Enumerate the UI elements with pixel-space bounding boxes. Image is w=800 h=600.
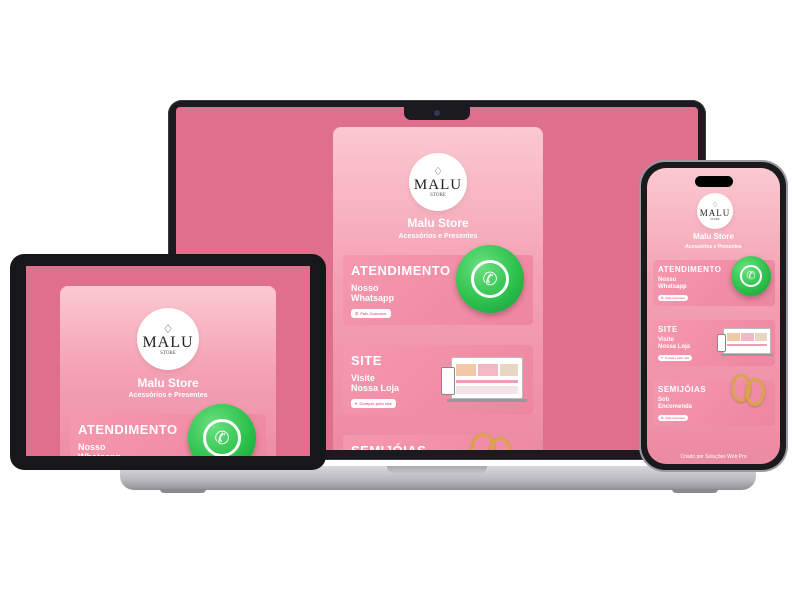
devices-icon bbox=[441, 357, 527, 409]
link-card-semijoias[interactable]: SEMIJÓIAS bbox=[343, 433, 533, 450]
phone-icon: ✆ bbox=[355, 311, 359, 316]
contact-button[interactable]: ✆ Fale Conosco bbox=[658, 295, 689, 301]
button-label: Fale Conosco bbox=[665, 416, 686, 420]
store-subtitle: Acessórios e Presentes bbox=[398, 233, 478, 240]
phone-illustration bbox=[441, 367, 455, 395]
link-text-line1: Sob bbox=[658, 397, 670, 403]
linktree-card: ♢ MALU STORE Malu Store Acessórios e Pre… bbox=[60, 286, 276, 456]
phone-icon: ✆ bbox=[661, 296, 664, 300]
footer-credit: Criado por Soluções Web Pro bbox=[680, 454, 747, 460]
whatsapp-icon: ✆ bbox=[731, 256, 771, 296]
link-text-line1: Nosso bbox=[351, 283, 379, 293]
logo-brand-text: MALU bbox=[413, 176, 463, 193]
link-text-line2: Nossa Loja bbox=[351, 383, 400, 394]
link-text-line2: Whatsapp bbox=[78, 452, 121, 456]
logo-sub-text: STORE bbox=[430, 192, 446, 198]
phone-icon: ✆ bbox=[746, 269, 756, 282]
logo-brand-text: MALU bbox=[142, 333, 194, 351]
link-card-atendimento[interactable]: ATENDIMENTO Nosso Whatsapp ✆ Fale Conosco… bbox=[343, 245, 533, 325]
phone-icon: ✆ bbox=[661, 416, 664, 420]
link-text-line2: Encomenda bbox=[658, 403, 693, 410]
link-text-line2: Whatsapp bbox=[658, 283, 687, 290]
link-card-atendimento[interactable]: ATENDIMENTO Nosso Whatsapp ✆ bbox=[70, 404, 266, 456]
store-logo: ♢ MALU STORE bbox=[409, 153, 467, 211]
link-text-line2: Whatsapp bbox=[351, 293, 395, 304]
link-title: SITE bbox=[351, 353, 382, 368]
link-title: SITE bbox=[658, 325, 678, 334]
link-text: Nosso Whatsapp bbox=[78, 442, 121, 456]
link-text: Sob Encomenda bbox=[658, 397, 692, 411]
camera-notch bbox=[404, 106, 470, 120]
link-text: Visite Nossa Loja bbox=[351, 373, 399, 394]
phone-mockup: ♢ MALU STORE Malu Store Acessórios e Pre… bbox=[641, 162, 786, 470]
store-name: Malu Store bbox=[137, 376, 199, 390]
dynamic-island bbox=[695, 176, 733, 187]
cart-icon: ♥ bbox=[355, 401, 358, 406]
link-text-line1: Visite bbox=[351, 373, 375, 383]
link-card-site[interactable]: SITE Visite Nossa Loja ♥ Compre pelo site bbox=[343, 345, 533, 415]
ring-icon bbox=[745, 378, 765, 406]
monitor-illustration bbox=[451, 357, 523, 399]
link-text: Nosso Whatsapp bbox=[658, 277, 687, 291]
tablet-mockup: ♢ MALU STORE Malu Store Acessórios e Pre… bbox=[10, 254, 326, 470]
link-text-line1: Nosso bbox=[658, 277, 677, 283]
link-text-line1: Visite bbox=[658, 337, 674, 343]
link-card-semijoias[interactable]: SEMIJÓIAS Sob Encomenda ✆ Fale Conosco bbox=[653, 374, 775, 426]
store-logo: ♢ MALU STORE bbox=[137, 308, 199, 370]
phone-icon: ✆ bbox=[482, 269, 498, 289]
laptop-foot-left bbox=[160, 489, 206, 493]
phone-screen: ♢ MALU STORE Malu Store Acessórios e Pre… bbox=[647, 168, 780, 464]
linktree-card: ♢ MALU STORE Malu Store Acessórios e Pre… bbox=[333, 127, 543, 450]
shop-button[interactable]: ♥ Compre pelo site bbox=[658, 355, 693, 361]
link-card-site[interactable]: SITE Visite Nossa Loja ♥ Compre pelo site bbox=[653, 320, 775, 366]
contact-button[interactable]: ✆ Fale Conosco bbox=[658, 415, 689, 421]
link-title: ATENDIMENTO bbox=[351, 263, 451, 278]
store-name: Malu Store bbox=[407, 216, 469, 230]
link-title: SEMIJÓIAS bbox=[351, 443, 426, 450]
phone-illustration bbox=[717, 334, 726, 352]
link-title: ATENDIMENTO bbox=[658, 265, 722, 274]
link-title: SEMIJÓIAS bbox=[658, 385, 707, 394]
link-title: ATENDIMENTO bbox=[78, 422, 178, 437]
logo-sub-text: STORE bbox=[160, 350, 176, 356]
link-text: Nosso Whatsapp bbox=[351, 283, 394, 304]
monitor-illustration bbox=[723, 328, 771, 354]
diamond-icon: ♢ bbox=[433, 165, 443, 178]
diamond-icon: ♢ bbox=[162, 321, 174, 336]
button-label: Fale Conosco bbox=[665, 296, 686, 300]
link-text-line2: Nossa Loja bbox=[658, 343, 691, 350]
link-card-atendimento[interactable]: ATENDIMENTO Nosso Whatsapp ✆ Fale Conosco… bbox=[653, 256, 775, 306]
link-text: Visite Nossa Loja bbox=[658, 337, 690, 351]
tablet-screen: ♢ MALU STORE Malu Store Acessórios e Pre… bbox=[26, 266, 310, 456]
laptop-opening-lip bbox=[387, 466, 487, 474]
whatsapp-icon: ✆ bbox=[456, 245, 524, 313]
ring-icon bbox=[489, 437, 511, 450]
cart-icon: ♥ bbox=[661, 356, 663, 360]
button-label: Fale Conosco bbox=[360, 311, 387, 316]
store-subtitle: Acessórios e Presentes bbox=[128, 392, 208, 399]
laptop-foot-right bbox=[672, 489, 718, 493]
phone-icon: ✆ bbox=[214, 428, 230, 448]
logo-sub-text: STORE bbox=[710, 216, 720, 221]
store-subtitle: Acessórios e Presentes bbox=[685, 244, 742, 250]
store-logo: ♢ MALU STORE bbox=[697, 193, 733, 229]
store-name: Malu Store bbox=[693, 232, 734, 241]
devices-icon bbox=[717, 328, 773, 360]
contact-button[interactable]: ✆ Fale Conosco bbox=[351, 309, 391, 318]
shop-button[interactable]: ♥ Compre pelo site bbox=[351, 399, 396, 408]
button-label: Compre pelo site bbox=[664, 356, 690, 360]
link-text-line1: Nosso bbox=[78, 442, 106, 452]
button-label: Compre pelo site bbox=[359, 401, 392, 406]
whatsapp-icon: ✆ bbox=[188, 404, 256, 456]
